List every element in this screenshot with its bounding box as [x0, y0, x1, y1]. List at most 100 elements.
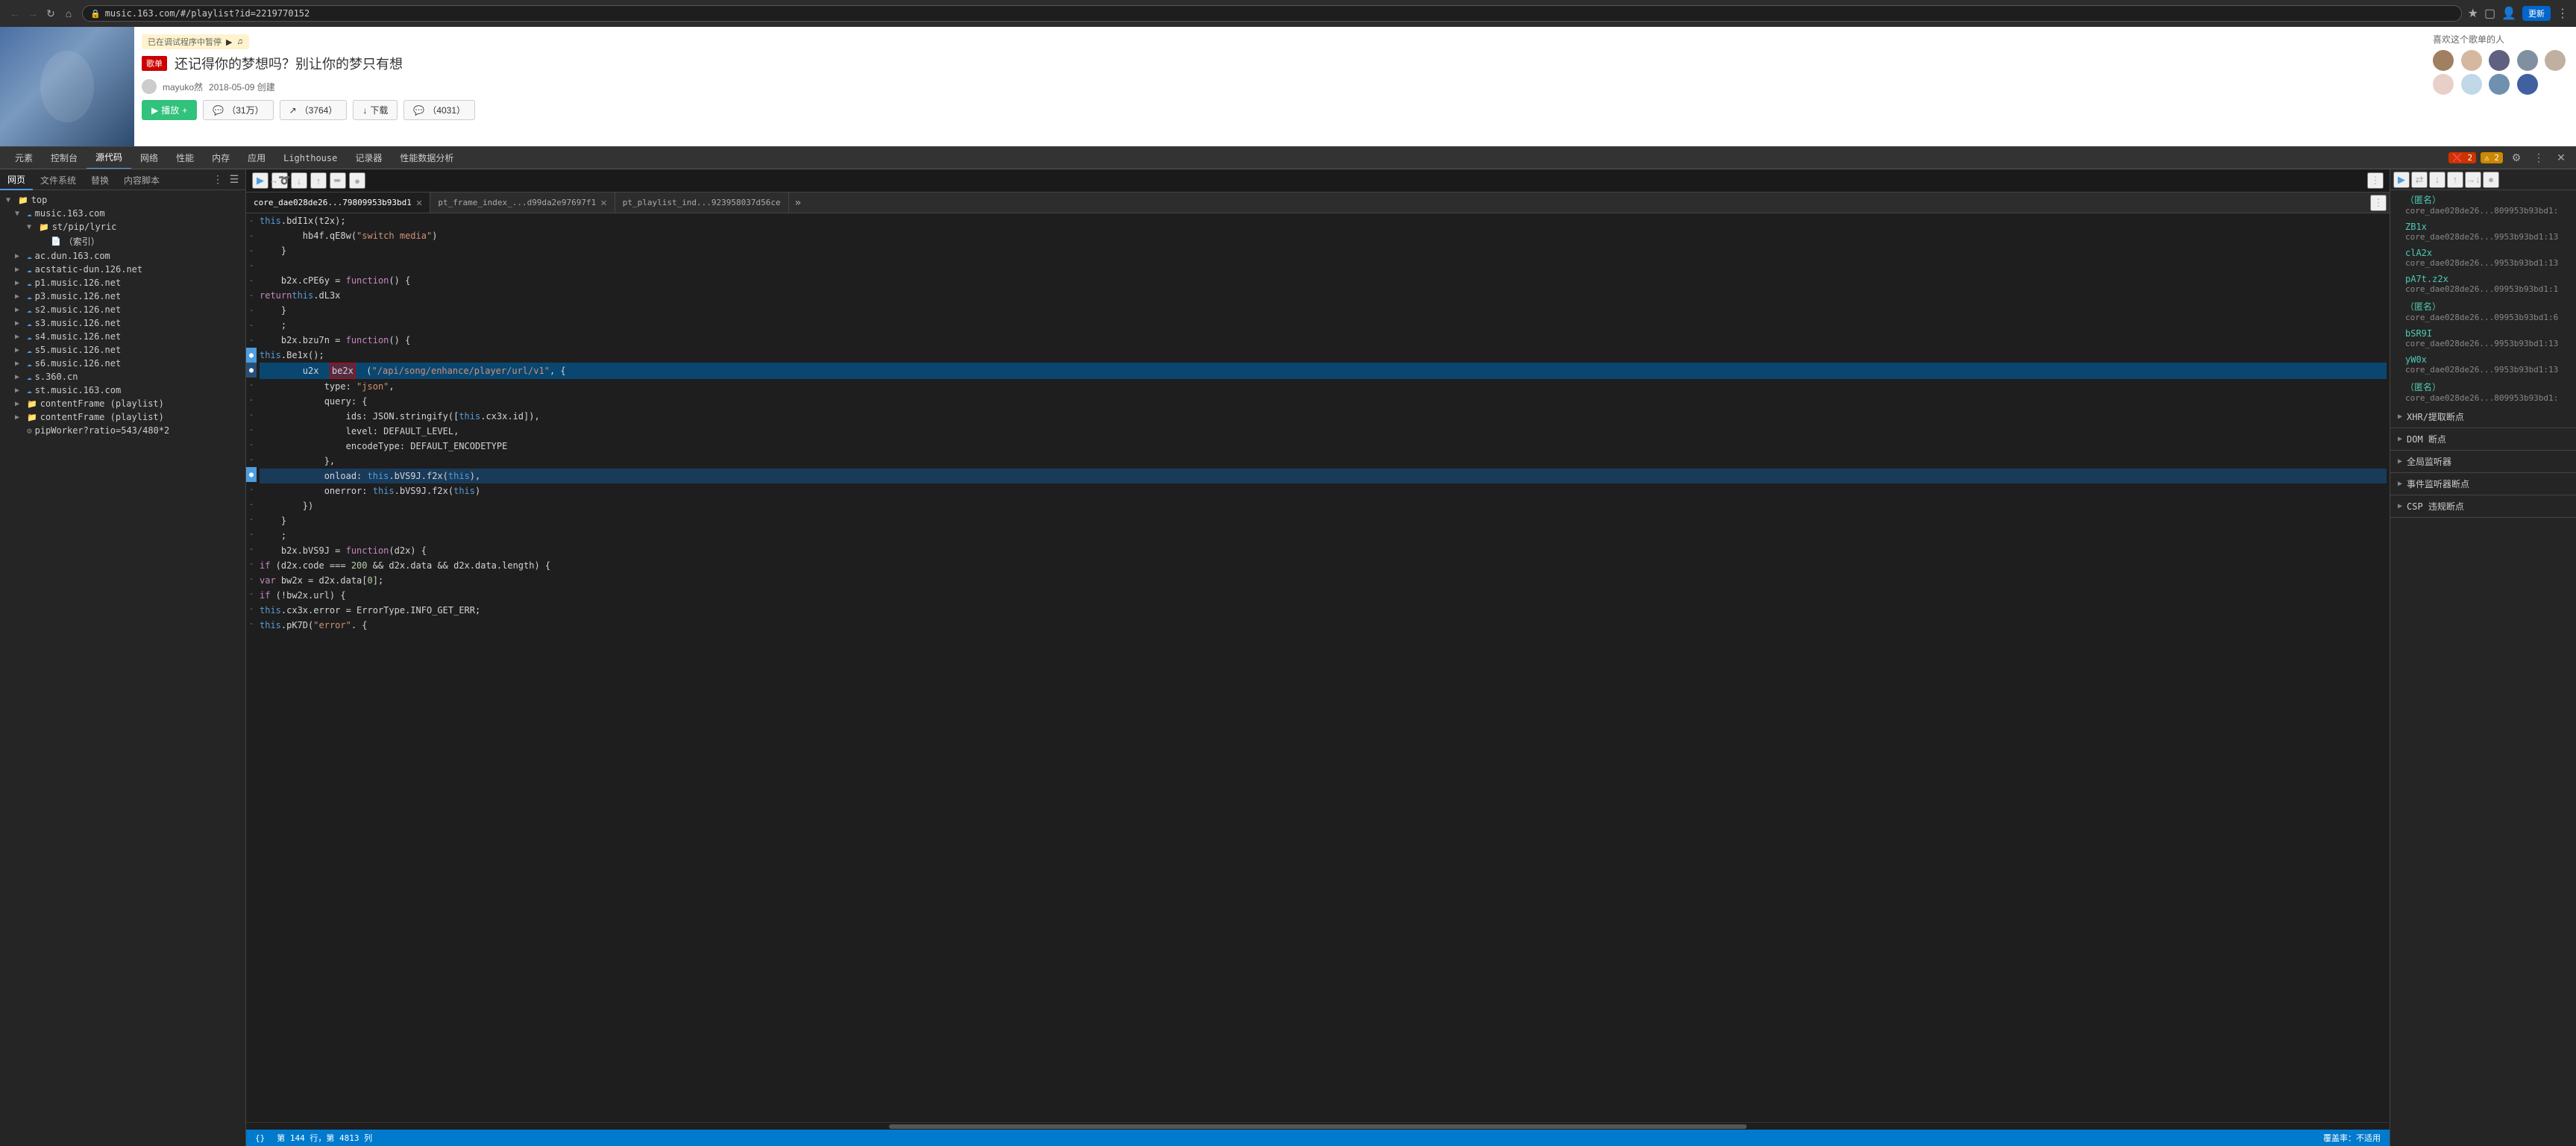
tree-item-stmusic[interactable]: ▶ ☁ st.music.163.com: [0, 383, 245, 397]
tab-application[interactable]: 应用: [239, 147, 274, 169]
gutter-item[interactable]: -: [246, 572, 257, 586]
tab-recorder[interactable]: 记录器: [346, 147, 391, 169]
tree-item-pipworker[interactable]: ▶ ⚙ pipWorker?ratio=543/480*2: [0, 424, 245, 437]
event-listeners-header[interactable]: ▶ 事件监听器断点: [2390, 473, 2576, 495]
tree-item-contentframe1[interactable]: ▶ 📁 contentFrame (playlist): [0, 397, 245, 410]
tab-lighthouse[interactable]: Lighthouse: [274, 147, 346, 169]
gutter-item[interactable]: -: [246, 213, 257, 228]
more-debug-actions[interactable]: ⋮: [2367, 172, 2384, 189]
callstack-item-5[interactable]: （匿名） core_dae028de26...09953b93bd1:6: [2390, 297, 2576, 325]
stepdown-icon[interactable]: ↓: [2429, 172, 2445, 188]
stepup-icon[interactable]: ↑: [2447, 172, 2463, 188]
gutter-item[interactable]: -: [246, 557, 257, 572]
code-tab-2[interactable]: pt_frame_index_...d99da2e97697f1 ✕: [430, 192, 615, 213]
code-editor[interactable]: - - - - - - - - - ● ● - - - - - -: [246, 213, 2390, 1122]
tree-menu-icon[interactable]: ☰: [226, 172, 242, 188]
gutter-item[interactable]: -: [246, 288, 257, 303]
gutter-item[interactable]: -: [246, 258, 257, 273]
tab-elements[interactable]: 元素: [6, 147, 42, 169]
gutter-item[interactable]: -: [246, 243, 257, 258]
tree-item-s4[interactable]: ▶ ☁ s4.music.126.net: [0, 330, 245, 343]
tree-item-index[interactable]: ▶ 📄 （索引）: [0, 234, 245, 249]
resume-icon[interactable]: ▶: [2393, 172, 2410, 188]
tree-item-contentframe2[interactable]: ▶ 📁 contentFrame (playlist): [0, 410, 245, 424]
play-icon[interactable]: ▶: [226, 37, 232, 47]
settings-icon[interactable]: ⚙: [2507, 149, 2525, 167]
gutter-item[interactable]: -: [246, 497, 257, 512]
fan-avatar[interactable]: [2545, 50, 2566, 71]
code-tab-1[interactable]: core_dae028de26...79809953b93bd1 ✕: [246, 192, 430, 213]
gutter-item[interactable]: -: [246, 482, 257, 497]
update-badge[interactable]: 更新: [2522, 6, 2551, 21]
step-into-button[interactable]: ↓: [291, 172, 307, 189]
tree-item-p1[interactable]: ▶ ☁ p1.music.126.net: [0, 276, 245, 289]
home-button[interactable]: ⌂: [61, 6, 76, 21]
tab-memory[interactable]: 内存: [203, 147, 239, 169]
fan-avatar[interactable]: [2517, 74, 2538, 95]
gutter-item[interactable]: -: [246, 422, 257, 437]
step-button[interactable]: ➨: [330, 172, 346, 189]
tab-perf-insights[interactable]: 性能数据分析: [391, 147, 462, 169]
download-button[interactable]: ↓ 下载: [353, 100, 398, 120]
dom-breakpoints-header[interactable]: ▶ DOM 断点: [2390, 428, 2576, 450]
back-button[interactable]: ←: [7, 6, 22, 21]
comment-button[interactable]: 💬 （31万）: [203, 100, 273, 120]
gutter-item-active[interactable]: ●: [246, 348, 257, 363]
address-bar[interactable]: 🔒 music.163.com/#/playlist?id=2219770152: [82, 5, 2462, 22]
callstack-item-2[interactable]: ZB1x core_dae028de26...9953b93bd1:13: [2390, 219, 2576, 245]
fan-avatar[interactable]: [2517, 50, 2538, 71]
gutter-item[interactable]: -: [246, 586, 257, 601]
avatar-button[interactable]: 👤: [2501, 6, 2516, 21]
callstack-item-1[interactable]: （匿名） core_dae028de26...809953b93bd1:: [2390, 190, 2576, 219]
callstack-item-7[interactable]: yW0x core_dae028de26...9953b93bd1:13: [2390, 351, 2576, 378]
forward-button[interactable]: →: [25, 6, 40, 21]
more-button[interactable]: 💬 （4031）: [403, 100, 475, 120]
gutter-item[interactable]: -: [246, 228, 257, 243]
tree-item-music163[interactable]: ▼ ☁ music.163.com: [0, 207, 245, 220]
tree-item-lyric[interactable]: ▼ 📁 st/pip/lyric: [0, 220, 245, 234]
gutter-item[interactable]: -: [246, 407, 257, 422]
close-icon[interactable]: ✕: [2552, 149, 2570, 167]
more-icon[interactable]: ⋮: [2530, 149, 2548, 167]
gutter-item[interactable]: -: [246, 378, 257, 392]
gutter-item-active[interactable]: ●: [246, 363, 257, 378]
step-icon[interactable]: ⇄: [2411, 172, 2428, 188]
tree-item-p3[interactable]: ▶ ☁ p3.music.126.net: [0, 289, 245, 303]
deactivate-icon[interactable]: ●: [2483, 172, 2499, 188]
gutter-item[interactable]: -: [246, 318, 257, 333]
gutter-item[interactable]: -: [246, 333, 257, 348]
tree-more-icon[interactable]: ⋮: [210, 172, 226, 188]
fan-avatar[interactable]: [2489, 50, 2510, 71]
gutter-item[interactable]: -: [246, 303, 257, 318]
scrollbar-thumb[interactable]: [889, 1124, 1747, 1129]
gutter-item[interactable]: -: [246, 392, 257, 407]
gutter-item[interactable]: -: [246, 616, 257, 631]
close-tab-icon[interactable]: ✕: [416, 197, 422, 209]
reload-button[interactable]: ↻: [43, 6, 58, 21]
tab-console[interactable]: 控制台: [42, 147, 87, 169]
username[interactable]: mayuko然: [163, 81, 203, 93]
file-tab-overrides[interactable]: 替换: [84, 169, 116, 190]
fan-avatar[interactable]: [2461, 74, 2482, 95]
file-tab-content[interactable]: 内容脚本: [116, 169, 167, 190]
tab-button[interactable]: ▢: [2484, 6, 2495, 21]
callstack-item-3[interactable]: clA2x core_dae028de26...9953b93bd1:13: [2390, 245, 2576, 271]
more-tabs-icon[interactable]: »: [789, 197, 807, 209]
tab-performance[interactable]: 性能: [167, 147, 203, 169]
fan-avatar[interactable]: [2433, 50, 2454, 71]
global-listeners-header[interactable]: ▶ 全局监听器: [2390, 451, 2576, 472]
file-tab-page[interactable]: 网页: [0, 169, 33, 190]
gutter-item[interactable]: -: [246, 601, 257, 616]
fan-avatar[interactable]: [2433, 74, 2454, 95]
code-scrollbar[interactable]: [246, 1122, 2390, 1130]
step-over-button[interactable]: →➰: [271, 172, 288, 189]
tree-item-s6[interactable]: ▶ ☁ s6.music.126.net: [0, 357, 245, 370]
gutter-item-breakpoint[interactable]: ●: [246, 467, 257, 482]
tree-item-top[interactable]: ▼ 📁 top: [0, 193, 245, 207]
tree-item-acdun[interactable]: ▶ ☁ ac.dun.163.com: [0, 249, 245, 263]
file-tab-filesystem[interactable]: 文件系统: [33, 169, 84, 190]
tree-item-acstatic[interactable]: ▶ ☁ acstatic-dun.126.net: [0, 263, 245, 276]
gutter-item[interactable]: -: [246, 273, 257, 288]
xhr-breakpoints-header[interactable]: ▶ XHR/提取断点: [2390, 406, 2576, 428]
step-out-button[interactable]: ↑: [310, 172, 327, 189]
